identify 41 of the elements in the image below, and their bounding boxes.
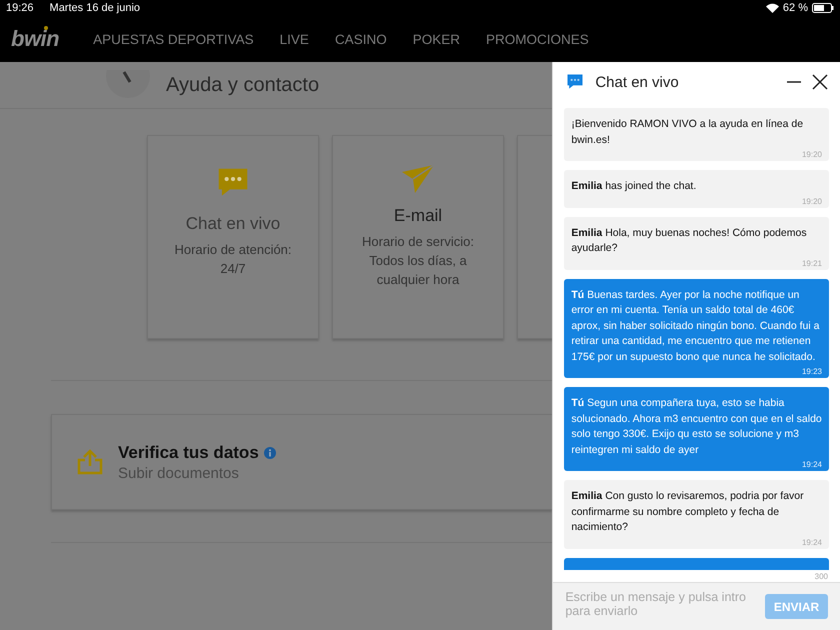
card-text: Horario de atención: [174, 241, 292, 259]
card-text: cualquier hora [376, 271, 460, 289]
message-time: 19:24 [802, 460, 822, 469]
card-text: Todos los días, a [369, 252, 467, 270]
wifi-icon [766, 3, 779, 13]
clock-time: 19:26 [6, 2, 34, 14]
chat-title: Chat en vivo [595, 74, 680, 90]
card-text: 24/7 [220, 260, 246, 278]
message-text: Tú Segun una compañera tuya, esto se habia solucionado. Ahora m3 encuentro con que en el saldo solo tengo 330€. Exijo qu esto se solucione y m3 reintegren mi saldo de ayer [571, 396, 822, 458]
nav-link[interactable]: POKER [412, 32, 460, 46]
card-title: E-mail [394, 206, 442, 226]
contact-card[interactable]: Chat en vivo Horario de atención: 24/7 [147, 135, 319, 339]
message-text: Emilia Hola, muy buenas noches! Cómo podemos ayudarle? [571, 226, 808, 256]
message-time: 19:20 [802, 196, 822, 206]
date: Martes 16 de junio [50, 2, 140, 14]
card-text: Horario de servicio: [362, 233, 474, 251]
contact-card[interactable]: E-mail Horario de servicio: Todos los días, a cualquier hora [332, 135, 504, 339]
nav-link[interactable]: APUESTAS DEPORTIVAS [93, 32, 254, 46]
nav-link[interactable]: LIVE [280, 32, 309, 46]
verify-title: Verifica tus datos [118, 442, 259, 462]
message-text: Emilia has joined the chat. [571, 179, 698, 194]
message-text: Tú Buenas tardes. Ayer por la noche notifique un error en mi cuenta. Tenía un saldo total de 460€ aprox, sin haber solicitado ningún bono. Cuando fui a retirar una cantidad, me encuentro que me retienen 175€ por un supuesto bono que nunca he solicitado. [571, 288, 820, 364]
page-title: Ayuda y contacto [166, 74, 320, 96]
paper-plane-icon [401, 164, 435, 194]
bwin-logo[interactable]: bwin [11, 26, 60, 52]
nav-link[interactable]: PROMOCIONES [486, 32, 589, 46]
message-time: 19:24 [802, 538, 822, 546]
message-time: 19:21 [802, 258, 822, 268]
message-text: ¡Bienvenido RAMON VIVO a la ayuda en línea de bwin.es! [571, 117, 804, 148]
help-icon [106, 70, 150, 100]
card-title: Chat en vivo [186, 214, 280, 234]
battery-icon [812, 3, 834, 13]
message-text: Emilia Con gusto lo revisaremos, podria por favor confirmarme su nombre completo y fecha de nacimiento? [571, 489, 805, 535]
message-time: 19:20 [802, 150, 822, 159]
message-time: 19:23 [802, 367, 822, 376]
battery-percent: 62 % [782, 2, 808, 14]
character-count: 300 [814, 571, 829, 582]
info-icon[interactable] [264, 446, 276, 458]
upload-icon [76, 448, 104, 476]
close-icon[interactable] [812, 74, 828, 90]
nav-link[interactable]: CASINO [334, 32, 387, 46]
